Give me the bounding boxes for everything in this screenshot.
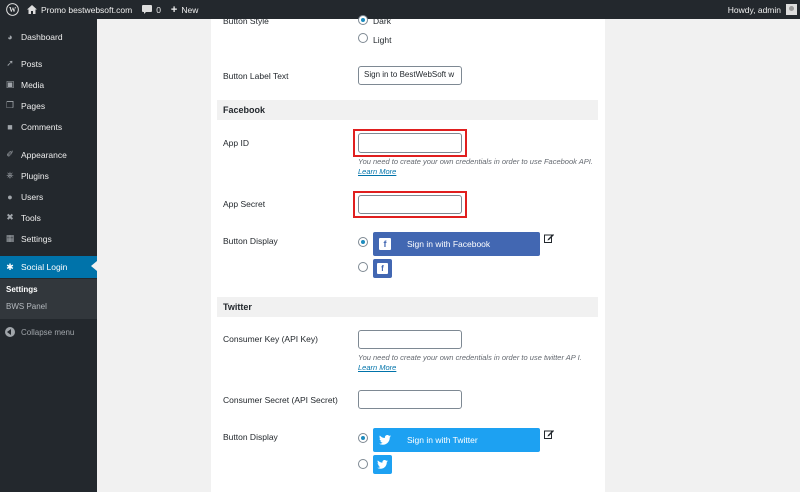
plugins-icon: ⎈ (6, 170, 14, 180)
sidebar-item-pages[interactable]: ❐ Pages (0, 95, 97, 116)
app-secret-label: App Secret (223, 199, 266, 209)
twitter-button-display-label: Button Display (223, 432, 278, 442)
collapse-menu-button[interactable]: Collapse menu (0, 325, 97, 339)
sidebar-item-label: Pages (21, 100, 46, 111)
app-id-input[interactable] (358, 133, 462, 153)
facebook-button-display-label: Button Display (223, 236, 278, 246)
twitter-section-header: Twitter (217, 297, 598, 317)
sidebar-item-settings[interactable]: ▦ Settings (0, 228, 97, 249)
settings-icon: ▦ (5, 233, 15, 243)
sidebar-item-label: Tools (21, 212, 41, 223)
sidebar-item-posts[interactable]: ➚ Posts (0, 53, 97, 74)
sidebar-item-media[interactable]: ▣ Media (0, 74, 97, 95)
style-dark-radio[interactable] (358, 15, 368, 25)
facebook-display-full-radio[interactable] (358, 237, 368, 247)
facebook-signin-button-preview: f Sign in with Facebook (373, 232, 540, 256)
sidebar-item-label: Posts (21, 58, 43, 69)
site-name: Promo bestwebsoft.com (41, 4, 133, 15)
social-login-icon: ✱ (6, 261, 14, 272)
sidebar-item-plugins[interactable]: ⎈ Plugins (0, 165, 97, 186)
submenu-item-bws-panel[interactable]: BWS Panel (6, 302, 47, 311)
twitter-desc-text: You need to create your own credentials … (358, 353, 582, 362)
sidebar-item-appearance[interactable]: ✐ Appearance (0, 144, 97, 165)
appearance-icon: ✐ (6, 149, 14, 159)
sidebar-item-label: Appearance (21, 149, 67, 160)
collapse-menu-label: Collapse menu (21, 327, 75, 337)
twitter-icon-button-preview (373, 455, 392, 474)
sidebar-item-label: Settings (21, 233, 52, 244)
twitter-display-icon-radio[interactable] (358, 459, 368, 469)
app-secret-input[interactable] (358, 195, 462, 214)
facebook-icon: f (379, 238, 391, 250)
sidebar-item-label: Social Login (21, 262, 68, 272)
twitter-signin-text: Sign in with Twitter (407, 435, 478, 445)
facebook-section-header: Facebook (217, 100, 598, 120)
svg-text:W: W (8, 6, 16, 14)
facebook-signin-text: Sign in with Facebook (407, 239, 491, 249)
sidebar-item-label: Plugins (21, 170, 49, 181)
dashboard-icon: ◕ (7, 31, 13, 42)
consumer-key-label: Consumer Key (API Key) (223, 334, 318, 344)
sidebar-item-users[interactable]: ● Users (0, 186, 97, 207)
app-id-label: App ID (223, 138, 249, 148)
style-light-label: Light (373, 35, 392, 45)
media-icon: ▣ (5, 79, 15, 89)
my-account-link[interactable]: Howdy, admin (723, 0, 800, 19)
twitter-bird-icon (377, 460, 388, 469)
button-style-label: Button Style (223, 16, 269, 26)
style-light-radio[interactable] (358, 33, 368, 43)
facebook-display-icon-radio[interactable] (358, 262, 368, 272)
twitter-bird-icon (379, 435, 391, 445)
collapse-arrow-icon (5, 327, 15, 337)
button-label-text-input[interactable]: Sign in to BestWebSoft w (358, 66, 462, 85)
tools-icon: ✖ (6, 212, 14, 222)
users-icon: ● (7, 191, 13, 202)
sidebar-item-label: Media (21, 79, 45, 90)
avatar (786, 4, 797, 15)
plus-icon: + (170, 3, 178, 16)
consumer-secret-input[interactable] (358, 390, 462, 409)
wordpress-logo-icon[interactable]: W (2, 0, 22, 19)
comments-link[interactable]: 0 (137, 0, 166, 19)
new-content-link[interactable]: + New (166, 0, 203, 19)
comment-bubble-icon (142, 5, 153, 14)
edit-icon[interactable] (544, 429, 554, 439)
site-name-link[interactable]: Promo bestwebsoft.com (22, 0, 137, 19)
facebook-learn-more-link[interactable]: Learn More (358, 167, 396, 176)
facebook-credentials-description: You need to create your own credentials … (358, 157, 593, 177)
sidebar-item-dashboard[interactable]: ◕ Dashboard (0, 26, 97, 47)
consumer-secret-label: Consumer Secret (API Secret) (223, 395, 338, 405)
comments-icon: ■ (7, 121, 13, 132)
pages-icon: ❐ (5, 100, 15, 110)
sidebar-item-comments[interactable]: ■ Comments (0, 116, 97, 137)
home-icon (27, 5, 37, 14)
comments-count: 0 (156, 4, 161, 15)
admin-sidebar: ◕ Dashboard ➚ Posts ▣ Media ❐ Pages ■ Co… (0, 19, 97, 492)
social-login-submenu: Settings BWS Panel (0, 279, 97, 319)
sidebar-item-label: Users (21, 191, 44, 202)
admin-bar: W Promo bestwebsoft.com 0 + New Howdy, a… (0, 0, 800, 19)
facebook-icon: f (377, 263, 388, 274)
consumer-key-input[interactable] (358, 330, 462, 349)
twitter-signin-button-preview: Sign in with Twitter (373, 428, 540, 452)
new-label: New (181, 4, 199, 15)
button-label-text-label: Button Label Text (223, 71, 289, 81)
facebook-desc-text: You need to create your own credentials … (358, 157, 593, 166)
settings-panel: Button Style Dark Light Button Label Tex… (211, 15, 605, 492)
submenu-item-settings[interactable]: Settings (6, 285, 38, 294)
twitter-display-full-radio[interactable] (358, 433, 368, 443)
sidebar-item-tools[interactable]: ✖ Tools (0, 207, 97, 228)
sidebar-item-label: Comments (21, 121, 63, 132)
sidebar-item-label: Dashboard (21, 31, 63, 42)
twitter-credentials-description: You need to create your own credentials … (358, 353, 590, 373)
facebook-icon-button-preview: f (373, 259, 392, 278)
twitter-learn-more-link[interactable]: Learn More (358, 363, 396, 372)
edit-icon[interactable] (544, 233, 554, 243)
pin-icon: ➚ (6, 58, 14, 68)
style-dark-label: Dark (373, 16, 391, 26)
sidebar-item-social-login[interactable]: ✱ Social Login (0, 256, 97, 278)
howdy-text: Howdy, admin (727, 4, 781, 15)
